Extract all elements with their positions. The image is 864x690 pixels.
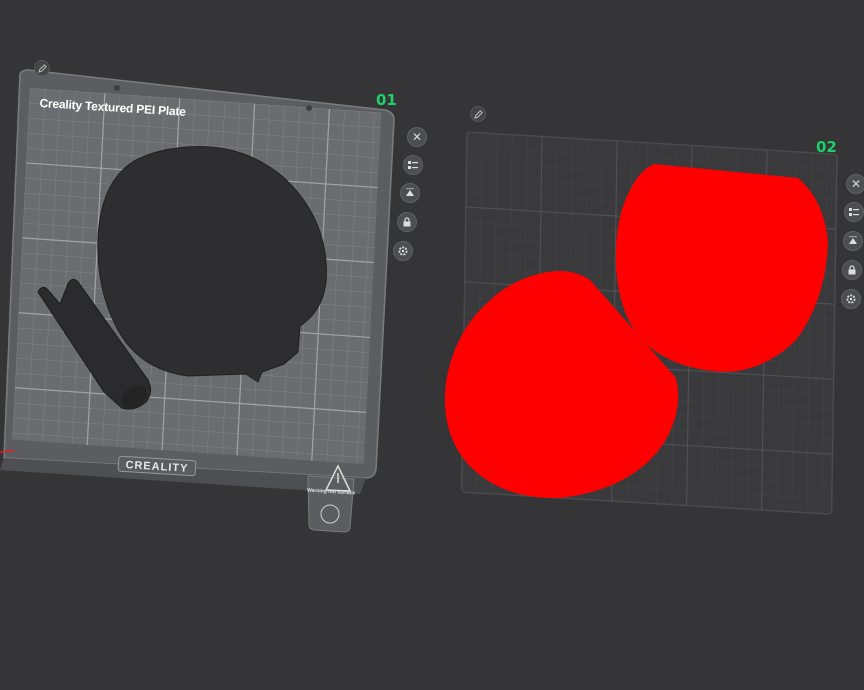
lock-icon [403,217,411,227]
plate-02-number: 02 [816,138,837,156]
plate-02-lock-button[interactable] [842,260,862,280]
plate-01-settings-button[interactable] [393,241,413,261]
lock-icon [848,265,856,275]
close-icon: ✕ [850,177,862,191]
plate-01-close-button[interactable]: ✕ [407,127,427,147]
auto-orient-icon [849,236,857,244]
arrange-icon [408,161,418,169]
brand-logo: CREALITY [117,455,197,477]
plate-01-auto-orient-button[interactable] [400,183,420,203]
plate-01-number: 01 [376,91,397,109]
plate-01-arrange-button[interactable] [403,155,423,175]
plate-02-close-button[interactable]: ✕ [846,174,864,194]
plate-01-rename-button[interactable] [34,60,50,76]
close-icon: ✕ [411,130,423,144]
plate-01-lock-button[interactable] [397,212,417,232]
settings-icon [846,294,856,304]
auto-orient-icon [406,188,414,196]
viewport-3d[interactable]: Creality Textured PEI Plate 01 CREALITY … [0,0,864,690]
plate-02-arrange-button[interactable] [844,202,864,222]
settings-icon [398,246,408,256]
plate-02-auto-orient-button[interactable] [843,231,863,251]
arrange-icon [849,208,859,216]
plate-02-settings-button[interactable] [841,289,861,309]
plate-02-rename-button[interactable] [470,106,486,122]
